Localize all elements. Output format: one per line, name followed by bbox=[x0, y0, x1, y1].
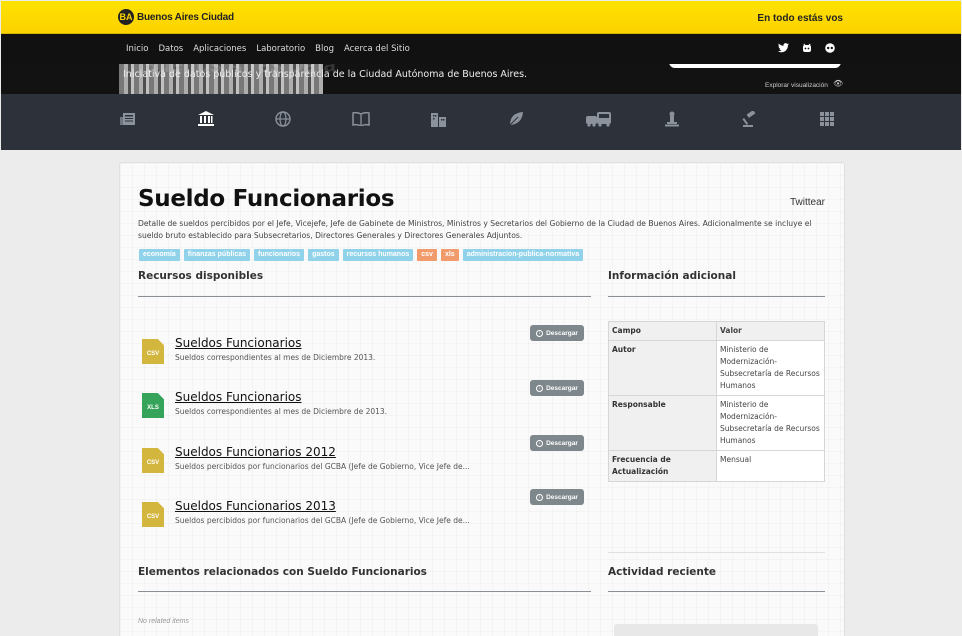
map-icon[interactable] bbox=[816, 111, 838, 133]
additional-info-table: Campo Valor Autor Ministerio de Moderniz… bbox=[608, 321, 825, 482]
table-header-row: Campo Valor bbox=[608, 321, 825, 341]
logo-badge-icon: BA bbox=[118, 9, 134, 25]
resources-divider bbox=[138, 296, 591, 297]
resource-item: CSV Sueldos Funcionarios 2012 Sueldos pe… bbox=[142, 445, 592, 485]
tag[interactable]: recursos humanos bbox=[342, 249, 414, 261]
download-button[interactable]: ↓ Descargar bbox=[530, 380, 584, 396]
resource-description: Sueldos percibidos por funcionarios del … bbox=[175, 516, 470, 525]
explore-visualization-link[interactable]: Explorar visualización bbox=[765, 82, 828, 89]
globe-icon[interactable] bbox=[272, 111, 294, 133]
field-name: Frecuencia de Actualización bbox=[608, 450, 717, 482]
main-navigation: Inicio Datos Aplicaciones Laboratorio Bl… bbox=[1, 34, 961, 64]
government-icon[interactable] bbox=[195, 111, 217, 133]
resources-heading: Recursos disponibles bbox=[138, 270, 264, 282]
resource-description: Sueldos percibidos por funcionarios del … bbox=[175, 462, 470, 471]
resource-item: XLS Sueldos Funcionarios Sueldos corresp… bbox=[142, 390, 592, 430]
column-header: Campo bbox=[608, 321, 717, 341]
nav-link-laboratorio[interactable]: Laboratorio bbox=[256, 44, 305, 54]
resource-description: Sueldos correspondientes al mes de Dicie… bbox=[175, 353, 376, 362]
tag-list: economía finanzas públicas funcionarios … bbox=[139, 249, 584, 261]
table-row: Frecuencia de Actualización Mensual bbox=[608, 450, 825, 482]
newspaper-icon[interactable] bbox=[117, 111, 139, 133]
resource-description: Sueldos correspondientes al mes de Dicie… bbox=[175, 407, 388, 416]
xls-file-icon: XLS bbox=[142, 393, 164, 418]
field-value: Ministerio de Modernización-Subsecretarí… bbox=[716, 340, 825, 396]
buildings-icon[interactable] bbox=[427, 111, 449, 133]
download-button[interactable]: ↓ Descargar bbox=[530, 325, 584, 341]
format-tag[interactable]: xls bbox=[440, 249, 459, 261]
download-button-label: Descargar bbox=[546, 493, 578, 501]
resource-title-link[interactable]: Sueldos Funcionarios bbox=[175, 390, 302, 404]
field-name: Responsable bbox=[608, 395, 717, 451]
download-button[interactable]: ↓ Descargar bbox=[530, 435, 584, 451]
resource-title-link[interactable]: Sueldos Funcionarios 2013 bbox=[175, 499, 336, 513]
social-links bbox=[778, 43, 835, 54]
format-tag[interactable]: csv bbox=[417, 249, 437, 261]
field-name: Autor bbox=[608, 340, 717, 396]
tag[interactable]: administracion-publica-normativa bbox=[462, 249, 584, 261]
related-heading: Elementos relacionados con Sueldo Funcio… bbox=[138, 566, 427, 578]
download-button[interactable]: ↓ Descargar bbox=[530, 489, 584, 505]
transport-icon[interactable] bbox=[586, 111, 612, 133]
resource-title-link[interactable]: Sueldos Funcionarios 2012 bbox=[175, 445, 336, 459]
nav-links: Inicio Datos Aplicaciones Laboratorio Bl… bbox=[126, 44, 410, 54]
csv-file-icon: CSV bbox=[142, 339, 164, 364]
logo-text: Buenos Aires Ciudad bbox=[137, 11, 234, 23]
hero-banner: Buenos Aires Data Iniciativa de datos pú… bbox=[1, 64, 961, 94]
tag[interactable]: funcionarios bbox=[254, 249, 305, 261]
eye-icon: 👁 bbox=[833, 79, 844, 88]
download-icon: ↓ bbox=[536, 329, 544, 337]
page-title: Sueldo Funcionarios bbox=[138, 186, 395, 212]
download-button-label: Descargar bbox=[546, 439, 578, 447]
no-related-items-text: No related items bbox=[138, 618, 189, 625]
twitter-icon[interactable] bbox=[778, 43, 789, 54]
activity-top-divider bbox=[608, 552, 825, 553]
additional-info-heading: Información adicional bbox=[608, 270, 736, 282]
resource-item: CSV Sueldos Funcionarios Sueldos corresp… bbox=[142, 336, 592, 376]
field-value: Mensual bbox=[716, 450, 825, 482]
nav-link-aplicaciones[interactable]: Aplicaciones bbox=[193, 44, 246, 54]
banner-search-input[interactable] bbox=[669, 64, 841, 68]
top-bar: BA Buenos Aires Ciudad En todo estás vos bbox=[1, 1, 961, 34]
tag[interactable]: finanzas públicas bbox=[183, 249, 251, 261]
nav-link-blog[interactable]: Blog bbox=[315, 44, 334, 54]
column-header: Valor bbox=[716, 321, 825, 341]
table-row: Autor Ministerio de Modernización-Subsec… bbox=[608, 340, 825, 396]
field-value: Ministerio de Modernización-Subsecretarí… bbox=[716, 395, 825, 451]
download-icon: ↓ bbox=[536, 384, 544, 392]
related-divider bbox=[138, 591, 591, 592]
site-logo[interactable]: BA Buenos Aires Ciudad bbox=[118, 9, 234, 25]
banner-tagline: Iniciativa de datos públicos y transpare… bbox=[123, 69, 528, 80]
activity-divider bbox=[608, 591, 825, 592]
twitter-share-link[interactable]: Twittear bbox=[790, 197, 825, 208]
tag[interactable]: economía bbox=[139, 249, 180, 261]
additional-info-divider bbox=[608, 296, 825, 297]
tag[interactable]: gastos bbox=[308, 249, 339, 261]
category-bar bbox=[1, 94, 961, 150]
justice-icon[interactable] bbox=[739, 110, 761, 133]
nav-link-inicio[interactable]: Inicio bbox=[126, 44, 149, 54]
github-icon[interactable] bbox=[801, 43, 812, 54]
resource-title-link[interactable]: Sueldos Funcionarios bbox=[175, 336, 302, 350]
flickr-icon[interactable] bbox=[824, 43, 835, 54]
download-icon: ↓ bbox=[536, 439, 544, 447]
download-button-label: Descargar bbox=[546, 384, 578, 392]
download-icon: ↓ bbox=[536, 493, 544, 501]
nav-link-datos[interactable]: Datos bbox=[159, 44, 184, 54]
nav-link-acerca[interactable]: Acerca del Sitio bbox=[344, 44, 410, 54]
leaf-icon[interactable] bbox=[505, 111, 527, 133]
slogan: En todo estás vos bbox=[757, 13, 843, 24]
dataset-description: Detalle de sueldos percibidos por el Jef… bbox=[138, 219, 812, 240]
csv-file-icon: CSV bbox=[142, 502, 164, 527]
csv-file-icon: CSV bbox=[142, 448, 164, 473]
table-row: Responsable Ministerio de Modernización-… bbox=[608, 395, 825, 451]
activity-item bbox=[614, 624, 818, 636]
book-icon[interactable] bbox=[350, 111, 372, 133]
resource-item: CSV Sueldos Funcionarios 2013 Sueldos pe… bbox=[142, 499, 592, 539]
download-button-label: Descargar bbox=[546, 329, 578, 337]
culture-icon[interactable] bbox=[661, 111, 683, 133]
activity-heading: Actividad reciente bbox=[608, 566, 717, 578]
